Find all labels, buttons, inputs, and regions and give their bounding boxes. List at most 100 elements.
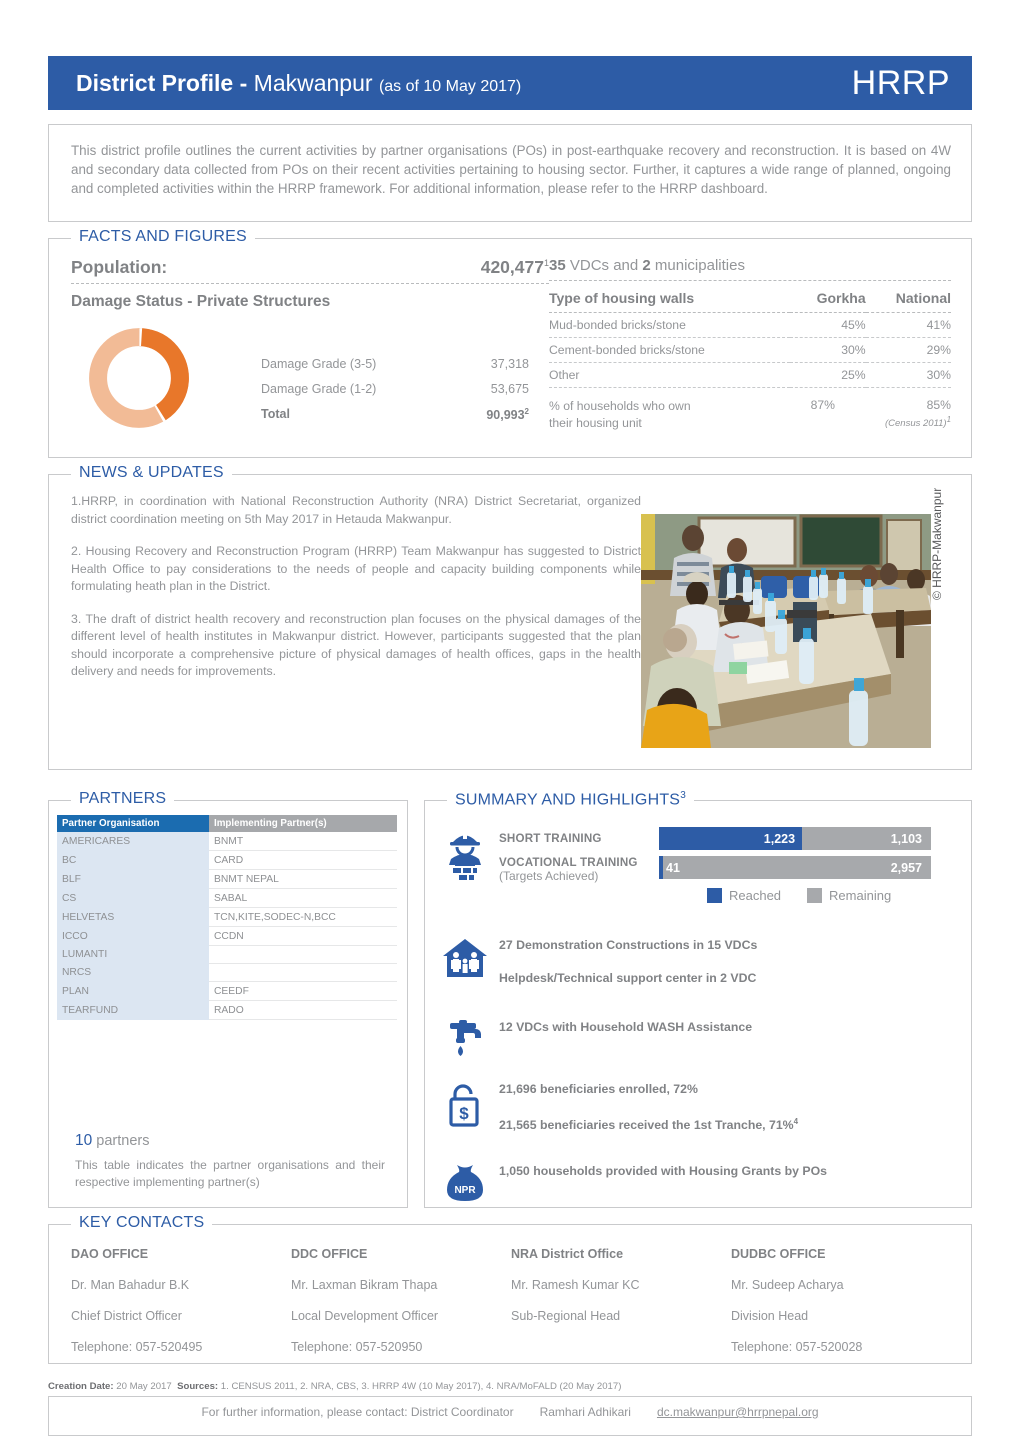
vocational-remaining-bar: 2,957	[663, 861, 931, 875]
training-charts: SHORT TRAINING 1,223 1,103 VOCATIONAL TR…	[491, 827, 947, 903]
partners-table: Partner Organisation Implementing Partne…	[57, 815, 397, 1020]
damage-total-row: Total 90,9932	[261, 407, 529, 422]
population-label: Population:	[71, 257, 168, 277]
news-item: 3. The draft of district health recovery…	[71, 611, 641, 679]
housing-walls-table: Type of housing walls Gorkha National Mu…	[549, 283, 951, 388]
district-name: Makwanpur	[253, 69, 373, 96]
contact-office: DUDBC OFFICE	[731, 1247, 826, 1261]
partner-count-number: 10	[75, 1132, 93, 1149]
damage-status-title: Damage Status - Private Structures	[71, 293, 331, 310]
sources-value: 1. CENSUS 2011, 2. NRA, CBS, 3. HRRP 4W …	[220, 1381, 622, 1392]
damage-grade-35-value: 37,318	[490, 357, 529, 371]
partner-org: AMERICARES	[57, 832, 209, 851]
contacts-grid: DAO OFFICE Dr. Man Bahadur B.K Chief Dis…	[71, 1247, 951, 1371]
damage-grade-35-label: Damage Grade (3-5)	[261, 357, 377, 371]
summary-and-highlights-section: SUMMARY AND HIGHLIGHTS3 SHORT TRAINING 1…	[424, 790, 972, 1208]
first-tranche-sup: 4	[793, 1117, 799, 1126]
short-training-row: SHORT TRAINING 1,223 1,103	[499, 827, 947, 850]
partner-org: HELVETAS	[57, 907, 209, 927]
targets-achieved-label: (Targets Achieved)	[499, 869, 599, 883]
damage-donut-chart	[85, 324, 193, 437]
damage-row: Damage Grade (3-5) 37,318	[261, 357, 529, 371]
contact-column: DDC OFFICE Mr. Laxman Bikram Thapa Local…	[291, 1247, 511, 1371]
title-prefix: District Profile -	[76, 69, 248, 96]
ownership-label-line1: % of households who own	[549, 399, 691, 413]
implementing-partner	[209, 963, 397, 982]
damage-row: Damage Grade (1-2) 53,675	[261, 382, 529, 396]
demo-constructions-line: 27 Demonstration Constructions in 15 VDC…	[499, 938, 758, 952]
partner-count-line: 10 partners	[75, 1132, 149, 1150]
svg-text:$: $	[459, 1104, 469, 1123]
housing-grants-block: NPR 1,050 households provided with Housi…	[439, 1163, 827, 1203]
beneficiaries-enrolled-line: 21,696 beneficiaries enrolled, 72%	[499, 1082, 698, 1096]
table-row: HELVETAS TCN,KITE,SODEC-N,BCC	[57, 907, 397, 927]
facts-left-column: Population: 420,4771 Damage Status - Pri…	[71, 257, 549, 311]
census-note: (Census 2011)1	[835, 415, 951, 429]
municipality-count: 2	[642, 257, 651, 274]
walls-gorkha: 30%	[789, 337, 866, 363]
contact-phone: Telephone: 057-520495	[71, 1340, 203, 1354]
contact-role: Local Development Officer	[291, 1309, 439, 1323]
ownership-gorkha: 87%	[810, 398, 835, 412]
meeting-room-photo	[641, 514, 931, 748]
table-row: TEARFUND RADO	[57, 1000, 397, 1020]
training-block: SHORT TRAINING 1,223 1,103 VOCATIONAL TR…	[439, 827, 959, 903]
footer-contact-line: For further information, please contact:…	[49, 1397, 971, 1435]
damage-total-number: 90,993	[486, 408, 525, 423]
table-row: LUMANTI	[57, 945, 397, 964]
contact-column: DAO OFFICE Dr. Man Bahadur B.K Chief Dis…	[71, 1247, 291, 1371]
population-value: 420,4771	[481, 257, 549, 278]
ownership-national: 85%	[926, 398, 951, 412]
legend-label-remaining: Remaining	[829, 888, 892, 903]
footer-coordinator-name: Ramhari Adhikari	[539, 1405, 631, 1419]
creation-date-label: Creation Date:	[48, 1381, 114, 1392]
intro-text: This district profile outlines the curre…	[71, 143, 951, 196]
summary-title-sup: 3	[680, 790, 686, 801]
beneficiaries-block: $ 21,696 beneficiaries enrolled, 72% 21,…	[439, 1081, 798, 1133]
damage-grade-12-label: Damage Grade (1-2)	[261, 382, 377, 396]
contact-office: DDC OFFICE	[291, 1247, 368, 1261]
partner-org: NRCS	[57, 963, 209, 982]
census-note-sup: 1	[946, 415, 951, 424]
facts-right-column: 35 VDCs and 2 municipalities Type of hou…	[549, 257, 951, 432]
table-row: Mud-bonded bricks/stone 45% 41%	[549, 312, 951, 338]
implementing-partner: BNMT NEPAL	[209, 869, 397, 889]
vocational-training-row: VOCATIONAL TRAINING (Targets Achieved) 4…	[499, 856, 947, 903]
footer-email-link[interactable]: dc.makwanpur@hrrpnepal.org	[657, 1405, 819, 1419]
partners-section-title: PARTNERS	[71, 790, 175, 808]
walls-col-type: Type of housing walls	[549, 283, 790, 313]
housing-grants-line: 1,050 households provided with Housing G…	[499, 1164, 827, 1178]
partner-org: PLAN	[57, 981, 209, 1001]
partner-org: ICCO	[57, 926, 209, 946]
walls-type: Mud-bonded bricks/stone	[549, 312, 790, 338]
walls-col-gorkha: Gorkha	[789, 283, 866, 313]
summary-title-text: SUMMARY AND HIGHLIGHTS	[455, 791, 681, 809]
partner-org: BLF	[57, 869, 209, 889]
title-date: (as of 10 May 2017)	[378, 77, 522, 95]
contact-name: Dr. Man Bahadur B.K	[71, 1278, 190, 1292]
walls-gorkha: 25%	[789, 362, 866, 388]
contact-phone: Telephone: 057-520950	[291, 1340, 423, 1354]
legend-swatch-reached	[707, 888, 722, 903]
beneficiaries-text: 21,696 beneficiaries enrolled, 72% 21,56…	[491, 1081, 798, 1133]
partner-org: BC	[57, 850, 209, 870]
ownership-label-line2: their housing unit	[549, 416, 642, 430]
col-partner-organisation: Partner Organisation	[57, 815, 209, 832]
wash-block: 12 VDCs with Household WASH Assistance	[439, 1019, 752, 1059]
page-title: District Profile - Makwanpur (as of 10 M…	[76, 70, 521, 97]
census-note-text: (Census 2011)	[884, 418, 947, 430]
partner-org: TEARFUND	[57, 1000, 209, 1020]
hrrp-logo: HRRP	[851, 63, 950, 102]
creation-line: Creation Date: 20 May 2017 Sources: 1. C…	[48, 1381, 621, 1392]
creation-date-value: 20 May 2017	[116, 1381, 172, 1392]
footer-contact-text: For further information, please contact:…	[201, 1405, 514, 1419]
legend-label-reached: Reached	[729, 888, 782, 903]
demonstration-block: 27 Demonstration Constructions in 15 VDC…	[439, 937, 757, 986]
damage-total-footnote: 2	[524, 407, 529, 416]
contact-office: NRA District Office	[511, 1247, 624, 1261]
partners-section: PARTNERS Partner Organisation Implementi…	[48, 790, 408, 1208]
vdc-municipality-line: 35 VDCs and 2 municipalities	[549, 257, 951, 281]
partner-org: CS	[57, 888, 209, 908]
photo-credit: © HRRP-Makwanpur	[930, 487, 944, 600]
contact-column: DUDBC OFFICE Mr. Sudeep Acharya Division…	[731, 1247, 951, 1371]
